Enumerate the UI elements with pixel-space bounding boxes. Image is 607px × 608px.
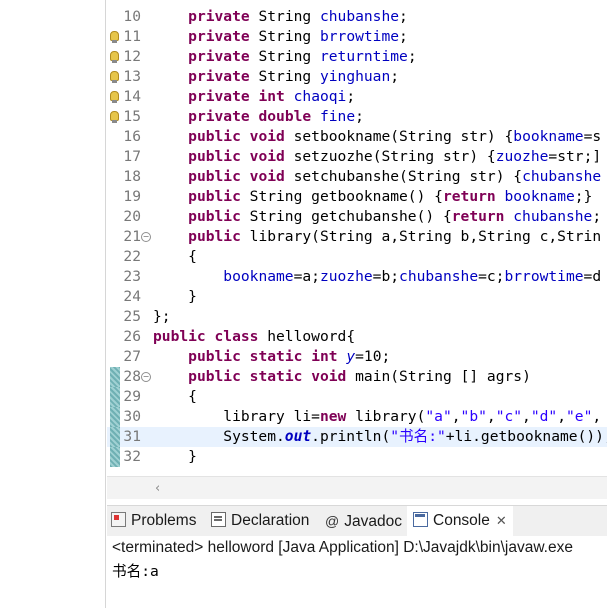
tab-declaration[interactable]: Declaration [211,506,309,536]
code-line[interactable]: 22 { [107,247,607,267]
code-text: public library(String a,String b,String … [188,228,602,245]
tab-javadoc[interactable]: @ Javadoc [325,506,402,536]
fold-toggle-icon[interactable]: − [141,372,151,382]
line-number: 11 [123,28,141,45]
code-text: System.out.println("书名:"+li.getbookname(… [153,428,607,445]
scroll-left-arrow-icon[interactable]: ‹ [155,481,160,496]
code-line[interactable]: 13 private String yinghuan; [107,67,607,87]
code-line[interactable]: 23 bookname=a;zuozhe=b;chubanshe=c;brrow… [107,267,607,287]
code-line[interactable]: 18 public void setchubanshe(String str) … [107,167,607,187]
code-text: public String getbookname() {return book… [188,188,593,205]
line-number: 28 [123,368,141,385]
code-line[interactable]: 21− public library(String a,String b,Str… [107,227,607,247]
line-number: 10 [123,8,141,25]
code-text: public void setchubanshe(String str) {ch… [188,168,602,185]
bottom-panel-tabbar: Problems Declaration @ Javadoc Console ✕ [107,505,607,537]
warning-lightbulb-icon[interactable] [109,47,119,67]
problems-icon [111,512,126,527]
warning-lightbulb-icon[interactable] [109,67,119,87]
line-number: 16 [123,128,141,145]
code-editor[interactable]: 10 private String chubanshe; 11 private S… [107,0,607,476]
code-text: public static int y=10; [188,348,391,365]
line-number: 24 [123,288,141,305]
editor-horizontal-scrollbar[interactable]: ‹ [107,476,607,499]
code-line[interactable]: 17 public void setzuozhe(String str) {zu… [107,147,607,167]
code-line[interactable]: 24 } [107,287,607,307]
code-line[interactable]: 14 private int chaoqi; [107,87,607,107]
console-output: 书名:a [112,563,159,580]
code-line[interactable]: 27 public static int y=10; [107,347,607,367]
line-number: 26 [123,328,141,345]
line-number: 13 [123,68,141,85]
code-line[interactable]: 31 System.out.println("书名:"+li.getbookna… [107,427,607,447]
line-number: 27 [123,348,141,365]
line-number: 14 [123,88,141,105]
tab-javadoc-label: Javadoc [344,513,402,530]
line-number: 17 [123,148,141,165]
code-text: private String brrowtime; [188,28,408,45]
code-line[interactable]: 29 { [107,387,607,407]
console-view[interactable]: <terminated> helloword [Java Application… [107,536,607,608]
code-text: public String getchubanshe() {return chu… [188,208,602,225]
code-line[interactable]: 10 private String chubanshe; [107,7,607,27]
line-number: 21 [123,228,141,245]
line-number: 30 [123,408,141,425]
line-number: 20 [123,208,141,225]
code-text: private String yinghuan; [188,68,400,85]
code-line[interactable]: 15 private double fine; [107,107,607,127]
code-text: }; [153,308,171,325]
code-text: public void setzuozhe(String str) {zuozh… [188,148,602,165]
line-number: 31 [123,428,141,445]
code-line[interactable]: 12 private String returntime; [107,47,607,67]
code-text: { [153,388,197,405]
left-panel-strip [0,0,106,608]
close-icon[interactable]: ✕ [496,514,507,529]
code-line[interactable]: 25}; [107,307,607,327]
code-line[interactable]: 20 public String getchubanshe() {return … [107,207,607,227]
warning-lightbulb-icon[interactable] [109,107,119,127]
code-line[interactable]: 19 public String getbookname() {return b… [107,187,607,207]
line-number: 15 [123,108,141,125]
fold-toggle-icon[interactable]: − [141,232,151,242]
line-number: 23 [123,268,141,285]
code-text: private String returntime; [188,48,417,65]
line-number: 18 [123,168,141,185]
tab-console[interactable]: Console ✕ [407,506,513,536]
tab-declaration-label: Declaration [231,512,310,529]
code-text: } [153,288,197,305]
console-icon [413,512,428,527]
code-text: private double fine; [188,108,364,125]
code-line[interactable]: 32 } [107,447,607,467]
code-text: bookname=a;zuozhe=b;chubanshe=c;brrowtim… [223,268,602,285]
tab-problems[interactable]: Problems [111,506,196,536]
code-line[interactable]: 11 private String brrowtime; [107,27,607,47]
console-status-line: <terminated> helloword [Java Application… [112,539,573,556]
code-text: library li=new library("a","b","c","d","… [153,408,602,425]
line-number: 29 [123,388,141,405]
tab-console-label: Console [433,512,490,529]
line-number: 12 [123,48,141,65]
tab-problems-label: Problems [131,512,197,529]
code-text: { [153,248,197,265]
code-line[interactable]: 30 library li=new library("a","b","c","d… [107,407,607,427]
code-line[interactable]: 16 public void setbookname(String str) {… [107,127,607,147]
warning-lightbulb-icon[interactable] [109,27,119,47]
line-number: 25 [123,308,141,325]
code-text: public class helloword{ [153,328,356,345]
code-text: private int chaoqi; [188,88,356,105]
code-line[interactable]: 28− public static void main(String [] ag… [107,367,607,387]
code-text: public static void main(String [] agrs) [188,368,531,385]
warning-lightbulb-icon[interactable] [109,87,119,107]
code-text: public void setbookname(String str) {boo… [188,128,602,145]
line-number: 19 [123,188,141,205]
declaration-icon [211,512,226,527]
javadoc-icon: @ [325,513,340,529]
code-line[interactable]: 26 public class helloword{ [107,327,607,347]
line-number: 32 [123,448,141,465]
code-text: private String chubanshe; [188,8,408,25]
line-number: 22 [123,248,141,265]
code-text: } [153,448,197,465]
